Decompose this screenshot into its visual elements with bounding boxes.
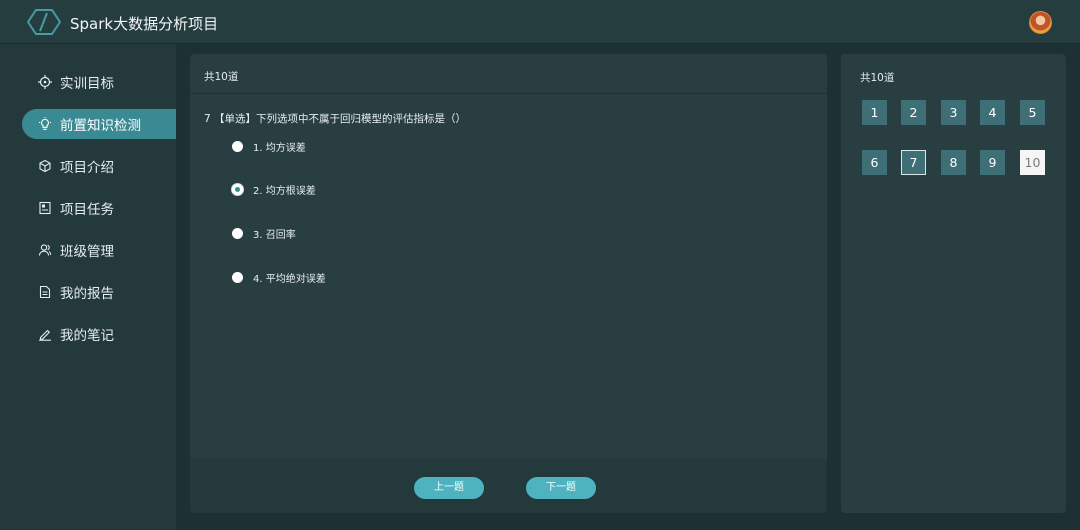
question-number-1[interactable]: 1: [862, 100, 887, 125]
question-text: 7 【单选】下列选项中不属于回归模型的评估指标是（）: [204, 113, 467, 125]
sidebar-item-label: 我的报告: [60, 286, 114, 302]
prev-question-button[interactable]: 上一题: [414, 477, 484, 499]
lightbulb-icon: [37, 116, 53, 132]
task-icon: [37, 200, 53, 216]
logo-icon: [27, 9, 61, 35]
option-1[interactable]: 1. 均方误差: [232, 138, 306, 154]
option-label: 1. 均方误差: [253, 142, 306, 154]
sidebar-item-label: 班级管理: [60, 244, 114, 260]
pen-icon: [37, 326, 53, 342]
question-number-9[interactable]: 9: [980, 150, 1005, 175]
sidebar-item-knowledge-test[interactable]: 前置知识检测: [22, 109, 176, 139]
answer-sheet-count: 共10道: [860, 72, 895, 84]
sidebar-item-label: 项目介绍: [60, 160, 114, 176]
cube-icon: [37, 158, 53, 174]
question-number-10[interactable]: 10: [1020, 150, 1045, 175]
sidebar: 实训目标 前置知识检测 项目介绍 项目任务 班级管理 我的报告 我的笔记: [0, 44, 176, 530]
next-question-button[interactable]: 下一题: [526, 477, 596, 499]
option-2[interactable]: 2. 均方根误差: [232, 181, 316, 197]
option-label: 3. 召回率: [253, 229, 296, 241]
sidebar-item-project-intro[interactable]: 项目介绍: [22, 151, 176, 181]
question-number-7[interactable]: 7: [901, 150, 926, 175]
target-icon: [37, 74, 53, 90]
question-panel: 共10道 7 【单选】下列选项中不属于回归模型的评估指标是（） 1. 均方误差 …: [190, 54, 827, 513]
sidebar-item-label: 实训目标: [60, 76, 114, 92]
radio-option-3[interactable]: [232, 227, 243, 239]
sidebar-item-label: 我的笔记: [60, 328, 114, 344]
sidebar-item-my-notes[interactable]: 我的笔记: [22, 319, 176, 349]
radio-option-4[interactable]: [232, 271, 243, 283]
question-number-2[interactable]: 2: [901, 100, 926, 125]
sidebar-item-my-report[interactable]: 我的报告: [22, 277, 176, 307]
panel-header: 共10道: [190, 54, 827, 94]
radio-option-1[interactable]: [232, 140, 243, 152]
top-bar: Spark大数据分析项目: [0, 0, 1080, 44]
sidebar-item-label: 项目任务: [60, 202, 114, 218]
sidebar-item-class-management[interactable]: 班级管理: [22, 235, 176, 265]
question-count: 共10道: [204, 71, 239, 83]
answer-sheet-panel: 共10道 1 2 3 4 5 6 7 8 9 10: [841, 54, 1066, 513]
sidebar-item-training-goals[interactable]: 实训目标: [22, 67, 176, 97]
app-title: Spark大数据分析项目: [70, 15, 219, 33]
question-number-4[interactable]: 4: [980, 100, 1005, 125]
report-icon: [37, 284, 53, 300]
sidebar-item-project-tasks[interactable]: 项目任务: [22, 193, 176, 223]
question-number-6[interactable]: 6: [862, 150, 887, 175]
users-icon: [37, 242, 53, 258]
question-number-3[interactable]: 3: [941, 100, 966, 125]
question-number-8[interactable]: 8: [941, 150, 966, 175]
radio-option-2[interactable]: [232, 183, 243, 195]
option-3[interactable]: 3. 召回率: [232, 225, 296, 241]
question-number-5[interactable]: 5: [1020, 100, 1045, 125]
panel-footer: 上一题 下一题: [190, 458, 827, 513]
sidebar-item-label: 前置知识检测: [60, 118, 141, 134]
option-label: 2. 均方根误差: [253, 185, 316, 197]
avatar[interactable]: [1029, 11, 1052, 34]
option-label: 4. 平均绝对误差: [253, 273, 326, 285]
option-4[interactable]: 4. 平均绝对误差: [232, 269, 326, 285]
